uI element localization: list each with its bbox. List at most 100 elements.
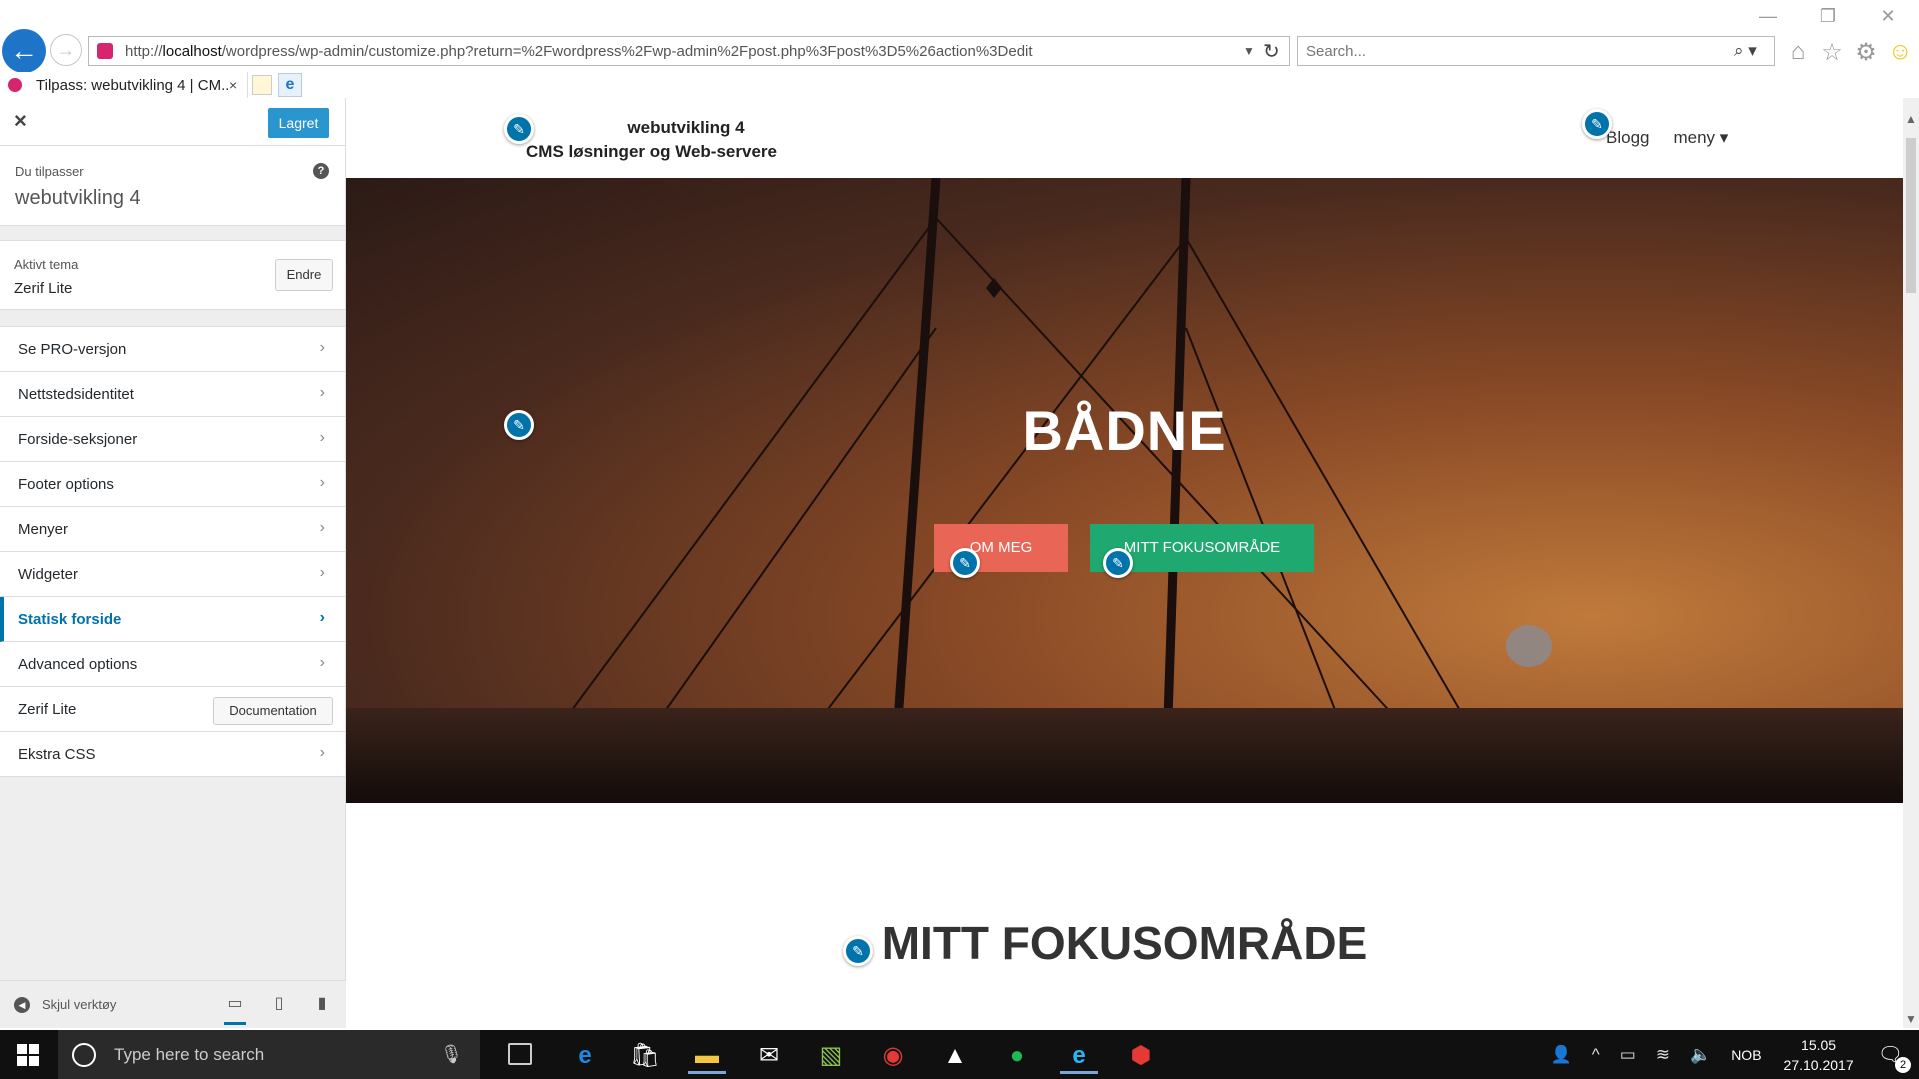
- store-icon[interactable]: 🛍: [626, 1038, 664, 1074]
- scrollbar-thumb[interactable]: [1906, 138, 1916, 293]
- back-button[interactable]: ←: [2, 29, 46, 73]
- home-icon[interactable]: ⌂: [1786, 38, 1810, 67]
- site-favicon-icon: [97, 43, 113, 59]
- chrome-icon[interactable]: ◉: [874, 1038, 912, 1074]
- window-controls: — ❐ ✕: [1755, 6, 1901, 27]
- task-view-icon[interactable]: [508, 1043, 532, 1065]
- section-menus[interactable]: Menyer ›: [0, 507, 345, 552]
- close-window-button[interactable]: ✕: [1875, 6, 1901, 27]
- edge-icon[interactable]: e: [566, 1038, 604, 1074]
- edit-shortcut-pencil-icon[interactable]: ✎: [504, 410, 534, 440]
- arrow-left-icon: ←: [10, 35, 38, 66]
- forward-button[interactable]: →: [50, 34, 82, 66]
- edit-shortcut-pencil-icon[interactable]: ✎: [950, 548, 980, 578]
- start-button[interactable]: [0, 1030, 56, 1079]
- section-extra-css[interactable]: Ekstra CSS ›: [0, 732, 345, 777]
- clock[interactable]: 15.05 27.10.2017: [1784, 1035, 1854, 1075]
- scroll-down-icon[interactable]: ▼: [1905, 1012, 1917, 1026]
- address-url[interactable]: http://localhost/wordpress/wp-admin/cust…: [125, 43, 1243, 60]
- taskbar: Type here to search 🎙 e 🛍 ▬ ✉ ▧ ◉ ▲ ● e …: [0, 1030, 1919, 1079]
- people-icon[interactable]: 👤: [1551, 1045, 1572, 1065]
- wifi-icon[interactable]: ≋: [1656, 1045, 1670, 1065]
- photos-icon[interactable]: ▲: [936, 1038, 974, 1074]
- change-theme-button[interactable]: Endre: [275, 259, 333, 291]
- input-language[interactable]: NOB: [1731, 1047, 1761, 1063]
- edit-shortcut-pencil-icon[interactable]: ✎: [1103, 548, 1133, 578]
- nav-item-blogg[interactable]: Blogg: [1606, 128, 1649, 148]
- site-favicon-icon: [8, 78, 22, 92]
- chevron-right-icon: ›: [319, 564, 325, 581]
- address-bar[interactable]: http://localhost/wordpress/wp-admin/cust…: [88, 36, 1290, 66]
- section-footer-options[interactable]: Footer options ›: [0, 462, 345, 507]
- chevron-right-icon: ›: [319, 429, 325, 446]
- taskbar-search[interactable]: Type here to search 🎙: [58, 1030, 480, 1079]
- section-theme-docs: Zerif Lite Documentation: [0, 687, 345, 732]
- photos-editor-icon[interactable]: ▧: [812, 1038, 850, 1074]
- browser-search-input[interactable]: [1306, 42, 1734, 60]
- active-theme-section: Aktivt tema Zerif Lite Endre: [0, 240, 345, 310]
- customizer-sections: Se PRO-versjon › Nettstedsidentitet › Fors…: [0, 326, 345, 777]
- sun-decoration: [1506, 625, 1552, 667]
- minimize-button[interactable]: —: [1755, 6, 1781, 27]
- site-navigation: Blogg meny ▾: [1606, 128, 1728, 148]
- tab-customizer[interactable]: Tilpass: webutvikling 4 | CM... ×: [2, 72, 248, 98]
- chevron-right-icon: ›: [319, 654, 325, 671]
- chevron-up-icon[interactable]: ^: [1592, 1045, 1600, 1065]
- documentation-button[interactable]: Documentation: [213, 697, 333, 725]
- microphone-icon[interactable]: 🎙: [440, 1044, 480, 1065]
- mobile-preview-icon[interactable]: ▮: [311, 993, 333, 1015]
- tab-close-icon[interactable]: ×: [229, 77, 247, 93]
- focus-section-title: MITT FOKUSOMRÅDE: [881, 917, 1368, 969]
- section-site-identity[interactable]: Nettstedsidentitet ›: [0, 372, 345, 417]
- customizer-info: Du tilpasser webutvikling 4 ?: [0, 146, 345, 226]
- site-tagline: CMS løsninger og Web-servere: [526, 142, 777, 161]
- customizer-header: × Lagret: [0, 98, 345, 146]
- edit-shortcut-pencil-icon[interactable]: ✎: [1582, 109, 1612, 139]
- system-tray: 👤 ^ ▭ ≋ 🔈 NOB 15.05 27.10.2017 🗨 2: [1551, 1030, 1919, 1079]
- site-header: ✎ webutvikling 4 CMS løsninger og Web-se…: [346, 98, 1903, 178]
- clock-time: 15.05: [1801, 1036, 1837, 1053]
- ie-icon[interactable]: e: [278, 73, 302, 97]
- spotify-icon[interactable]: ●: [998, 1038, 1036, 1074]
- app-shield-icon[interactable]: ⬢: [1122, 1038, 1160, 1074]
- chevron-right-icon: ›: [319, 474, 325, 491]
- chevron-right-icon: ›: [319, 339, 325, 356]
- internet-explorer-icon[interactable]: e: [1060, 1038, 1098, 1074]
- scroll-up-icon[interactable]: ▲: [1905, 112, 1917, 126]
- chevron-down-icon[interactable]: ▼: [1243, 44, 1263, 58]
- gear-icon[interactable]: ⚙: [1854, 38, 1878, 67]
- section-static-frontpage[interactable]: Statisk forside ›: [0, 597, 345, 642]
- action-center-icon[interactable]: 🗨 2: [1878, 1042, 1911, 1073]
- section-pro-version[interactable]: Se PRO-versjon ›: [0, 327, 345, 372]
- mail-icon[interactable]: ✉: [750, 1038, 788, 1074]
- refresh-icon[interactable]: ↻: [1263, 39, 1289, 64]
- search-icon[interactable]: ⌕ ▾: [1734, 41, 1774, 61]
- preview-scrollbar[interactable]: ▲ ▼: [1903, 98, 1919, 1028]
- volume-icon[interactable]: 🔈: [1690, 1045, 1711, 1065]
- collapse-icon[interactable]: ◀: [14, 997, 30, 1013]
- restore-button[interactable]: ❐: [1815, 6, 1841, 27]
- section-advanced-options[interactable]: Advanced options ›: [0, 642, 345, 687]
- desktop-preview-icon[interactable]: ▭: [224, 993, 246, 1025]
- section-widgets[interactable]: Widgeter ›: [0, 552, 345, 597]
- help-icon[interactable]: ?: [313, 163, 329, 179]
- save-button[interactable]: Lagret: [268, 108, 329, 138]
- hide-controls-button[interactable]: Skjul verktøy: [42, 997, 116, 1012]
- battery-icon[interactable]: ▭: [1620, 1045, 1636, 1065]
- edit-shortcut-pencil-icon[interactable]: ✎: [504, 114, 534, 144]
- favorites-star-icon[interactable]: ☆: [1820, 38, 1844, 67]
- browser-tools: ⌂ ☆ ⚙ ☺: [1786, 38, 1913, 67]
- tab-title: Tilpass: webutvikling 4 | CM...: [36, 76, 229, 94]
- new-tab-icon[interactable]: [252, 75, 272, 95]
- tab-strip: Tilpass: webutvikling 4 | CM... × e: [0, 72, 1919, 98]
- chevron-right-icon: ›: [319, 519, 325, 536]
- edit-shortcut-pencil-icon[interactable]: ✎: [843, 936, 873, 966]
- file-explorer-icon[interactable]: ▬: [688, 1038, 726, 1074]
- nav-item-meny[interactable]: meny ▾: [1673, 128, 1728, 148]
- browser-search-box[interactable]: ⌕ ▾: [1297, 36, 1775, 66]
- site-title[interactable]: webutvikling 4: [536, 118, 836, 138]
- close-icon[interactable]: ×: [14, 108, 27, 134]
- feedback-smiley-icon[interactable]: ☺: [1888, 38, 1913, 67]
- section-frontpage-sections[interactable]: Forside-seksjoner ›: [0, 417, 345, 462]
- tablet-preview-icon[interactable]: ▯: [268, 993, 290, 1015]
